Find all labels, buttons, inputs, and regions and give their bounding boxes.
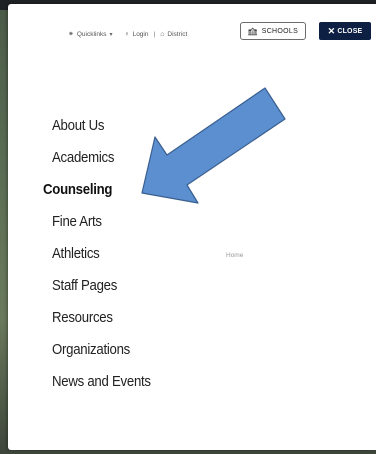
arrow-shape <box>141 87 286 204</box>
annotation-arrow <box>141 87 286 204</box>
